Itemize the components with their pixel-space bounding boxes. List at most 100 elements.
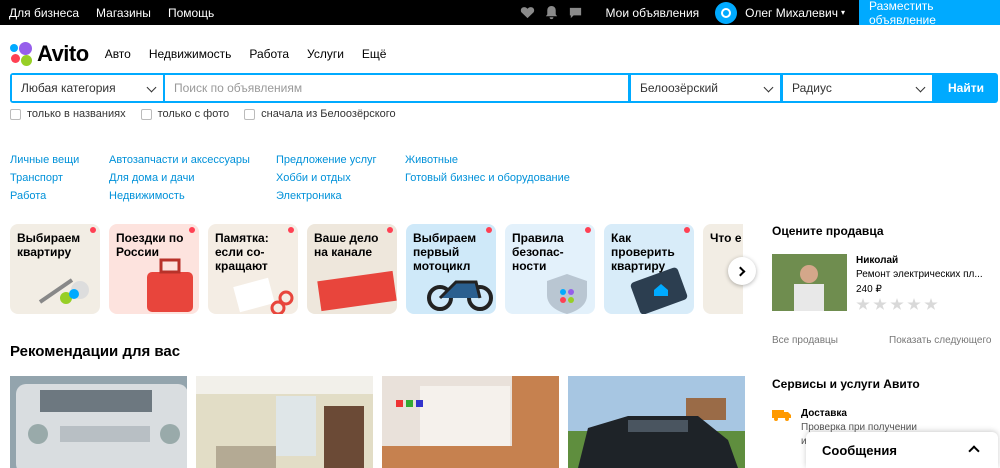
delivery-title[interactable]: Доставка: [801, 408, 847, 419]
nav-auto[interactable]: Авто: [105, 47, 131, 61]
user-name[interactable]: Олег Михалевич: [745, 6, 838, 20]
wall-photo: [382, 376, 559, 468]
category-link[interactable]: Предложение услуг: [276, 151, 377, 169]
top-links: Для бизнеса Магазины Помощь: [9, 6, 214, 20]
story-card[interactable]: Как проверить квартиру: [604, 224, 694, 314]
messages-widget[interactable]: Сообщения: [806, 432, 998, 468]
heart-icon[interactable]: [520, 5, 536, 21]
unread-dot: [585, 227, 591, 233]
help-link[interactable]: Помощь: [168, 6, 214, 20]
checkbox[interactable]: [244, 108, 256, 120]
nav-jobs[interactable]: Работа: [249, 47, 289, 61]
story-card[interactable]: Выбираем квартиру: [10, 224, 100, 314]
chevron-down-icon[interactable]: ▾: [841, 8, 845, 17]
category-column-4: Животные Готовый бизнес и оборудование: [405, 151, 570, 187]
listing-image[interactable]: [10, 376, 187, 468]
truck-icon: [772, 408, 792, 422]
avito-logo-icon[interactable]: [9, 42, 33, 66]
category-link[interactable]: Работа: [10, 187, 79, 205]
place-ad-button[interactable]: Разместить объявление: [859, 0, 1000, 27]
services-title: Сервисы и услуги Авито: [772, 377, 920, 391]
category-link[interactable]: Животные: [405, 151, 570, 169]
filter-titles-only[interactable]: только в названиях: [10, 108, 126, 120]
checkbox[interactable]: [140, 108, 152, 120]
star-icon[interactable]: [907, 298, 921, 310]
seller-name[interactable]: Николай: [856, 255, 898, 266]
category-link[interactable]: Личные вещи: [10, 151, 79, 169]
listing-image[interactable]: [568, 376, 745, 468]
story-title: Как проверить квартиру: [611, 231, 675, 273]
story-card[interactable]: Выбираем первый мотоцикл: [406, 224, 496, 314]
chevron-up-icon[interactable]: [968, 445, 980, 457]
business-link[interactable]: Для бизнеса: [9, 6, 79, 20]
radius-value: Радиус: [792, 81, 832, 95]
car-photo: [10, 376, 187, 468]
listing-image[interactable]: [382, 376, 559, 468]
chat-icon[interactable]: [568, 5, 584, 21]
category-link[interactable]: Транспорт: [10, 169, 79, 187]
category-link[interactable]: Хобби и отдых: [276, 169, 377, 187]
star-icon[interactable]: [873, 298, 887, 310]
unread-dot: [387, 227, 393, 233]
shops-link[interactable]: Магазины: [96, 6, 151, 20]
nav-realty[interactable]: Недвижимость: [149, 47, 232, 61]
filter-with-photo[interactable]: только с фото: [140, 108, 229, 120]
checkbox[interactable]: [10, 108, 21, 120]
seller-photo[interactable]: [772, 254, 847, 311]
unread-dot: [288, 227, 294, 233]
rating-stars[interactable]: [856, 298, 938, 311]
category-value: Любая категория: [21, 81, 116, 95]
chevron-down-icon: [146, 82, 157, 93]
story-card[interactable]: Памятка: если со- кращают: [208, 224, 298, 314]
story-card[interactable]: Правила безопас- ности: [505, 224, 595, 314]
brand-name[interactable]: Avito: [37, 41, 89, 67]
unread-dot: [684, 227, 690, 233]
my-ads-link[interactable]: Мои объявления: [606, 6, 700, 20]
category-link[interactable]: Автозапчасти и аксессуары: [109, 151, 250, 169]
story-card[interactable]: Поездки по России: [109, 224, 199, 314]
search-input[interactable]: Поиск по объявлениям: [165, 75, 628, 101]
story-title: Правила безопас- ности: [512, 231, 564, 273]
nav-more[interactable]: Ещё: [362, 47, 387, 61]
location-select[interactable]: Белоозёрский: [631, 75, 780, 101]
nav-services[interactable]: Услуги: [307, 47, 344, 61]
room-photo: [196, 376, 373, 468]
category-link[interactable]: Электроника: [276, 187, 377, 205]
messages-label: Сообщения: [822, 442, 897, 458]
chevron-down-icon: [763, 82, 774, 93]
story-title: Выбираем квартиру: [17, 231, 81, 259]
seller-item[interactable]: Ремонт электрических пл...: [856, 269, 983, 280]
chevron-down-icon: [915, 82, 926, 93]
unread-dot: [90, 227, 96, 233]
bell-icon[interactable]: [544, 5, 560, 21]
story-title: Выбираем первый мотоцикл: [413, 231, 477, 273]
story-title: Ваше дело на канале: [314, 231, 379, 259]
show-next-link[interactable]: Показать следующего: [889, 335, 991, 346]
radius-select[interactable]: Радиус: [783, 75, 932, 101]
unread-dot: [189, 227, 195, 233]
category-column-2: Автозапчасти и аксессуары Для дома и дач…: [109, 151, 250, 205]
star-icon[interactable]: [890, 298, 904, 310]
stories-next-button[interactable]: [728, 257, 756, 285]
star-icon[interactable]: [924, 298, 938, 310]
filter-local-first[interactable]: сначала из Белоозёрского: [244, 108, 396, 120]
listing-image[interactable]: [196, 376, 373, 468]
category-column-1: Личные вещи Транспорт Работа: [10, 151, 79, 205]
search-bar: Любая категория Поиск по объявлениям Бел…: [10, 73, 998, 103]
category-link[interactable]: Недвижимость: [109, 187, 250, 205]
person-photo: [772, 254, 847, 311]
avatar[interactable]: [715, 1, 738, 24]
all-sellers-link[interactable]: Все продавцы: [772, 335, 838, 346]
story-card[interactable]: Ваше дело на канале: [307, 224, 397, 314]
search-placeholder: Поиск по объявлениям: [174, 81, 303, 95]
location-value: Белоозёрский: [640, 81, 719, 95]
category-select[interactable]: Любая категория: [12, 75, 163, 101]
top-bar: Для бизнеса Магазины Помощь Мои объявлен…: [0, 0, 1000, 27]
recommendations-title: Рекомендации для вас: [10, 343, 181, 360]
story-title: Памятка: если со- кращают: [215, 231, 269, 273]
category-link[interactable]: Готовый бизнес и оборудование: [405, 169, 570, 187]
star-icon[interactable]: [856, 298, 870, 310]
category-link[interactable]: Для дома и дачи: [109, 169, 250, 187]
find-button[interactable]: Найти: [934, 73, 998, 103]
main-nav: Авто Недвижимость Работа Услуги Ещё: [105, 47, 387, 61]
